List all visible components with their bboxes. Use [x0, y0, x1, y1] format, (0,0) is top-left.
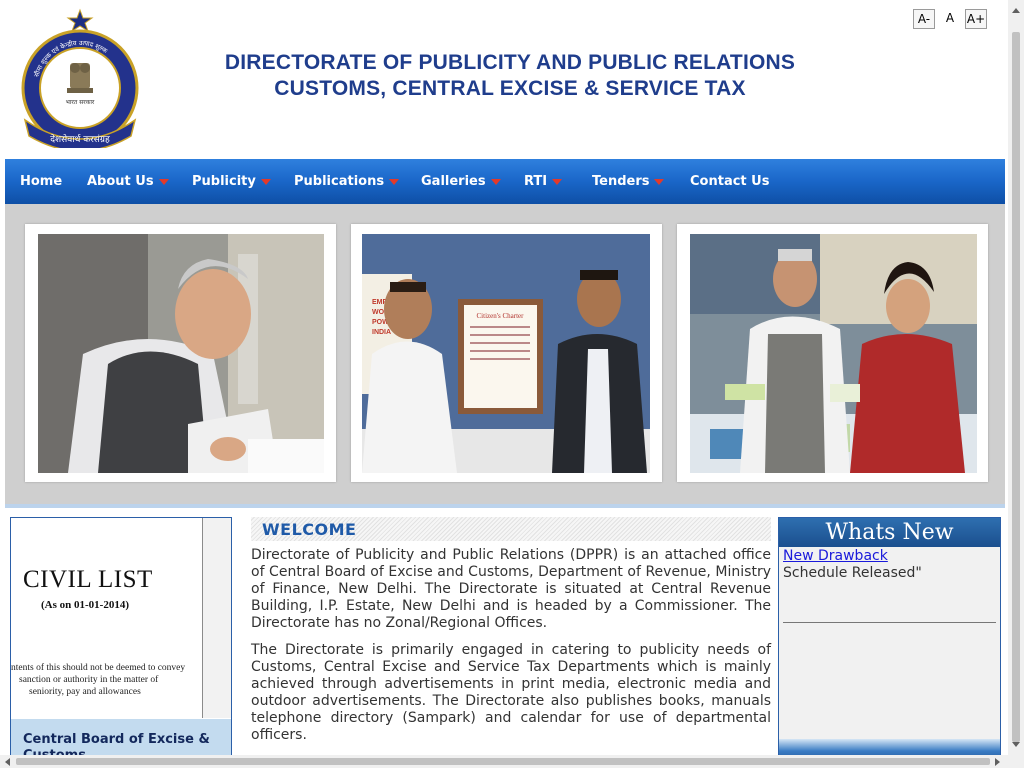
civil-list-note: ntents of this should not be deemed to c… [11, 663, 186, 673]
nav-item-publications[interactable]: Publications [294, 159, 400, 204]
photo-official-signing [38, 234, 324, 473]
gallery-photo-frame-1[interactable] [25, 224, 336, 482]
nav-item-label: Tenders [592, 174, 650, 189]
dropdown-caret-icon [552, 178, 563, 185]
dropdown-caret-icon [490, 178, 501, 185]
site-title-line-2: CUSTOMS, CENTRAL EXCISE & SERVICE TAX [274, 77, 746, 100]
font-size-increase-button[interactable]: A+ [965, 9, 987, 29]
nav-item-label: Home [20, 174, 63, 189]
site-title-line-1: DIRECTORATE OF PUBLICITY AND PUBLIC RELA… [224, 51, 796, 74]
svg-text:INDIA: INDIA [372, 329, 391, 336]
welcome-paragraph-2: The Directorate is primarily engaged in … [251, 642, 771, 743]
nav-item-galleries[interactable]: Galleries [421, 159, 501, 204]
whats-new-divider [783, 622, 996, 623]
nav-item-label: Contact Us [690, 174, 770, 189]
nav-item-label: About Us [87, 174, 154, 189]
photo-pamphlet-viewing [690, 234, 977, 473]
dropdown-caret-icon [158, 178, 169, 185]
nav-item-about-us[interactable]: About Us [87, 159, 169, 204]
welcome-paragraph-1: Directorate of Publicity and Public Rela… [251, 547, 771, 631]
nav-item-tenders[interactable]: Tenders [592, 159, 665, 204]
welcome-title: WELCOME [262, 520, 357, 539]
gallery-photo-frame-2[interactable]: EMPOWER WOMEN POWERIN INDIA Citizen's Ch… [351, 224, 662, 482]
civil-list-date: (As on 01-01-2014) [41, 599, 129, 611]
whats-new-panel: Whats New New Drawback Schedule Released… [778, 517, 1001, 768]
scroll-down-icon[interactable] [1012, 742, 1020, 747]
civil-list-cover-image: CIVIL LIST (As on 01-01-2014) ntents of … [11, 518, 203, 718]
gallery-photo-frame-3[interactable] [677, 224, 988, 482]
civil-list-panel[interactable]: CIVIL LIST (As on 01-01-2014) ntents of … [10, 517, 232, 768]
horizontal-scrollbar[interactable] [0, 755, 1008, 768]
nav-item-label: Publications [294, 174, 385, 189]
civil-list-heading: CIVIL LIST [23, 566, 153, 593]
main-nav: Home About Us Publicity Publications Gal… [5, 159, 1005, 204]
nav-item-label: Galleries [421, 174, 486, 189]
nav-item-home[interactable]: Home [20, 159, 62, 204]
civil-list-note: sanction or authority in the matter of [19, 675, 159, 685]
svg-text:देशसेवार्थ करसंग्रह: देशसेवार्थ करसंग्रह [50, 133, 110, 145]
scroll-right-icon[interactable] [995, 758, 1000, 766]
nav-item-rti[interactable]: RTI [524, 159, 563, 204]
dropdown-caret-icon [654, 178, 665, 185]
photo-citizens-charter: EMPOWER WOMEN POWERIN INDIA Citizen's Ch… [362, 234, 650, 473]
dropdown-caret-icon [389, 178, 400, 185]
horizontal-scroll-thumb[interactable] [16, 758, 990, 765]
civil-list-note: seniority, pay and allowances [29, 687, 141, 697]
vertical-scrollbar[interactable] [1008, 0, 1024, 768]
font-size-decrease-button[interactable]: A- [913, 9, 935, 29]
nav-item-label: Publicity [192, 174, 256, 189]
vertical-scroll-thumb[interactable] [1012, 32, 1020, 742]
site-header: देशसेवार्थ करसंग्रह सीमा शुल्क एवं केन्द… [5, 0, 1005, 159]
scroll-up-icon[interactable] [1012, 8, 1020, 13]
whats-new-title: Whats New [779, 518, 1000, 547]
nav-item-contact-us[interactable]: Contact Us [690, 159, 769, 204]
emblem-logo-icon[interactable]: देशसेवार्थ करसंग्रह सीमा शुल्क एवं केन्द… [15, 8, 145, 148]
page: देशसेवार्थ करसंग्रह सीमा शुल्क एवं केन्द… [5, 0, 1005, 768]
welcome-header: WELCOME [251, 517, 771, 541]
nav-item-label: RTI [524, 174, 548, 189]
dropdown-caret-icon [260, 178, 271, 185]
svg-text:Citizen's Charter: Citizen's Charter [477, 312, 525, 320]
nav-item-publicity[interactable]: Publicity [192, 159, 271, 204]
whats-new-link[interactable]: New Drawback [783, 548, 888, 564]
svg-text:भारत सरकार: भारत सरकार [66, 99, 95, 106]
scroll-left-icon[interactable] [5, 758, 10, 766]
font-size-normal-button[interactable]: A [941, 9, 959, 29]
whats-new-text: Schedule Released" [783, 565, 922, 581]
